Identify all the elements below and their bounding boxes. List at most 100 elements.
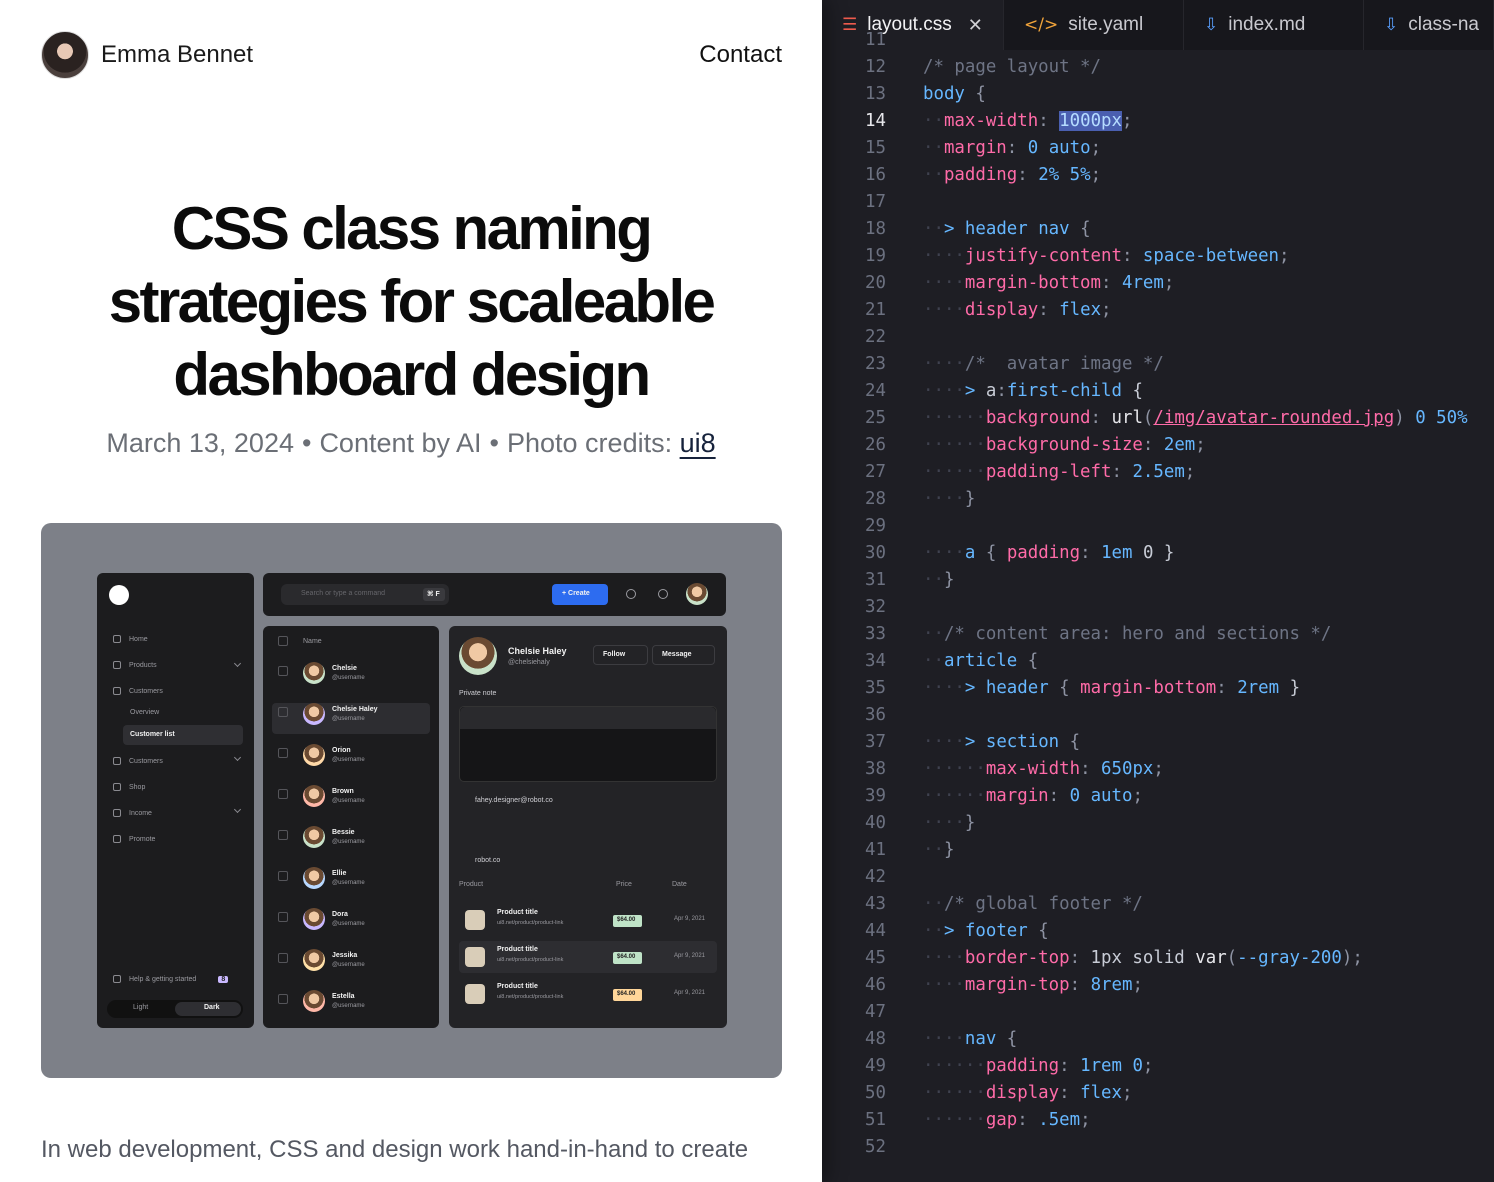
mock-nav-item: Customers — [113, 687, 163, 695]
mock-note-editor — [459, 706, 717, 782]
code-line[interactable]: 36 — [822, 702, 1494, 729]
code-text: ····border-top: 1px solid var(--gray-200… — [923, 948, 1363, 968]
line-number: 32 — [865, 597, 886, 617]
code-line[interactable]: 39 ······margin: 0 auto; — [822, 783, 1494, 810]
code-line[interactable]: 32 — [822, 594, 1494, 621]
code-line[interactable]: 26 ······background-size: 2em; — [822, 432, 1494, 459]
code-line[interactable]: 48 ····nav { — [822, 1026, 1494, 1053]
code-text: ··} — [923, 840, 955, 860]
code-line[interactable]: 40 ····} — [822, 810, 1494, 837]
mock-product-title: Product title — [497, 946, 538, 953]
code-line[interactable]: 37 ····> section { — [822, 729, 1494, 756]
code-line[interactable]: 41 ··} — [822, 837, 1494, 864]
mock-product-title: Product title — [497, 909, 538, 916]
hero-image: Home Products Customers Overview Custome… — [41, 523, 782, 1078]
contact-link[interactable]: Contact — [699, 41, 782, 69]
message-icon — [626, 589, 636, 599]
mock-person-avatar — [303, 908, 325, 930]
code-line[interactable]: 34 ··article { — [822, 648, 1494, 675]
code-line[interactable]: 14 ··max-width: 1000px; — [822, 108, 1494, 135]
chevron-down-icon — [233, 805, 242, 814]
code-line[interactable]: 50 ······display: flex; — [822, 1080, 1494, 1107]
code-line[interactable]: 49 ······padding: 1rem 0; — [822, 1053, 1494, 1080]
code-line[interactable]: 20 ····margin-bottom: 4rem; — [822, 270, 1494, 297]
line-number: 43 — [865, 894, 886, 914]
code-line[interactable]: 13 body { — [822, 81, 1494, 108]
code-line[interactable]: 45 ····border-top: 1px solid var(--gray-2… — [822, 945, 1494, 972]
article-lede: In web development, CSS and design work … — [41, 1136, 749, 1163]
mock-product-date: Apr 9, 2021 — [674, 953, 706, 959]
line-number: 30 — [865, 543, 886, 563]
mock-checkbox — [278, 636, 288, 646]
code-text: ····> a:first-child { — [923, 381, 1143, 401]
mock-follow-button: Follow — [593, 645, 648, 665]
mock-profile-detail: Chelsie Haley @chelsiehaly Follow Messag… — [449, 626, 727, 1028]
code-line[interactable]: 30 ····a { padding: 1em 0 } — [822, 540, 1494, 567]
code-text: ····} — [923, 813, 976, 833]
code-text: ······margin: 0 auto; — [923, 786, 1143, 806]
mock-checkbox — [278, 871, 288, 881]
code-line[interactable]: 19 ····justify-content: space-between; — [822, 243, 1494, 270]
code-line[interactable]: 21 ····display: flex; — [822, 297, 1494, 324]
line-number: 18 — [865, 219, 886, 239]
code-text: ······padding-left: 2.5em; — [923, 462, 1196, 482]
mock-person-handle: @username — [332, 757, 365, 763]
code-line[interactable]: 33 ··/* content area: hero and sections *… — [822, 621, 1494, 648]
code-text: ······background-size: 2em; — [923, 435, 1206, 455]
code-line[interactable]: 29 — [822, 513, 1494, 540]
mock-product-link: ui8.net/product/product-link — [497, 957, 564, 963]
code-line[interactable]: 51 ······gap: .5em; — [822, 1107, 1494, 1134]
mock-product-date: Apr 9, 2021 — [674, 990, 706, 996]
mock-product-thumb — [465, 984, 485, 1004]
mock-user-avatar — [686, 583, 708, 605]
code-line[interactable]: 25 ······background: url(/img/avatar-roun… — [822, 405, 1494, 432]
line-number: 17 — [865, 192, 886, 212]
code-line[interactable]: 22 — [822, 324, 1494, 351]
line-number: 27 — [865, 462, 886, 482]
code-line[interactable]: 35 ····> header { margin-bottom: 2rem } — [822, 675, 1494, 702]
code-line[interactable]: 31 ··} — [822, 567, 1494, 594]
code-line[interactable]: 17 — [822, 189, 1494, 216]
mock-person-name: Orion — [332, 747, 351, 754]
code-line[interactable]: 18 ··> header nav { — [822, 216, 1494, 243]
mock-person-handle: @username — [332, 880, 365, 886]
code-text: ····justify-content: space-between; — [923, 246, 1290, 266]
mock-product-date: Apr 9, 2021 — [674, 916, 706, 922]
mock-person-name: Estella — [332, 993, 355, 1000]
photo-credit-link[interactable]: ui8 — [680, 428, 716, 458]
mock-nav-item: Promote — [113, 835, 155, 843]
code-line[interactable]: 12 /* page layout */ — [822, 54, 1494, 81]
code-line[interactable]: 23 ····/* avatar image */ — [822, 351, 1494, 378]
line-number: 52 — [865, 1137, 886, 1157]
code-line[interactable]: 28 ····} — [822, 486, 1494, 513]
code-line[interactable]: 24 ····> a:first-child { — [822, 378, 1494, 405]
code-line[interactable]: 11 — [822, 27, 1494, 54]
mock-theme-toggle: Light Dark — [107, 1000, 243, 1018]
code-line[interactable]: 47 — [822, 999, 1494, 1026]
author-home-link[interactable]: Emma Bennet — [41, 31, 253, 79]
code-line[interactable]: 43 ··/* global footer */ — [822, 891, 1494, 918]
code-line[interactable]: 42 — [822, 864, 1494, 891]
line-number: 24 — [865, 381, 886, 401]
code-line[interactable]: 27 ······padding-left: 2.5em; — [822, 459, 1494, 486]
mock-product-title: Product title — [497, 983, 538, 990]
mock-help: Help & getting started 8 — [113, 975, 229, 983]
code-line[interactable]: 46 ····margin-top: 8rem; — [822, 972, 1494, 999]
line-number: 12 — [865, 57, 886, 77]
line-number: 22 — [865, 327, 886, 347]
code-line[interactable]: 15 ··margin: 0 auto; — [822, 135, 1494, 162]
code-line[interactable]: 16 ··padding: 2% 5%; — [822, 162, 1494, 189]
code-text: ··/* global footer */ — [923, 894, 1143, 914]
code-line[interactable]: 52 — [822, 1134, 1494, 1161]
mock-person-name: Brown — [332, 788, 354, 795]
line-number: 19 — [865, 246, 886, 266]
post-content-credit: Content by AI — [319, 428, 482, 458]
code-line[interactable]: 38 ······max-width: 650px; — [822, 756, 1494, 783]
mock-logo-icon — [109, 585, 129, 605]
code-editor: ☰ layout.css ✕ </> site.yaml ⇩ index.md … — [822, 0, 1494, 1182]
mock-person-name: Dora — [332, 911, 348, 918]
mock-product-link: ui8.net/product/product-link — [497, 920, 564, 926]
income-icon — [113, 809, 121, 817]
mock-nav-subitem: Customer list — [130, 731, 175, 738]
code-line[interactable]: 44 ··> footer { — [822, 918, 1494, 945]
